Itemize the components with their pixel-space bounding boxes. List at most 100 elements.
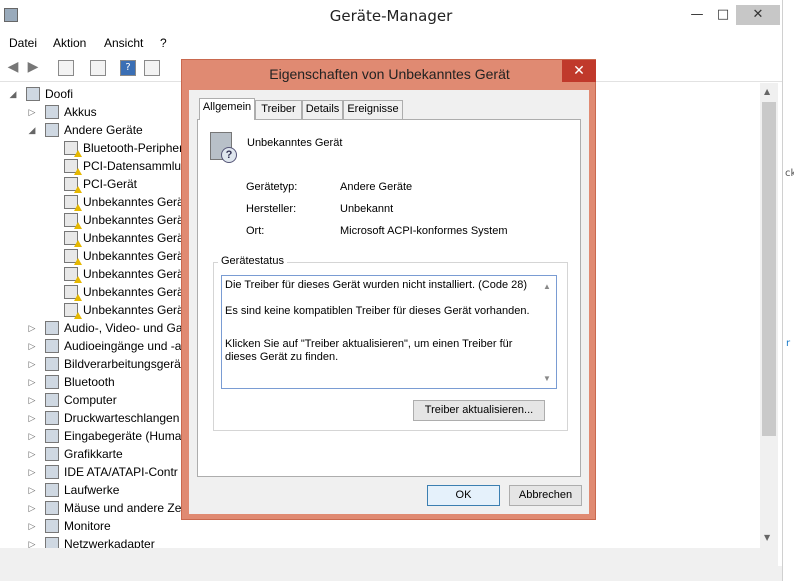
warning-icon: [74, 204, 82, 211]
tab-ereignisse[interactable]: Ereignisse: [343, 100, 403, 119]
tree-item[interactable]: Unbekanntes Gerät: [0, 265, 185, 283]
tree-item[interactable]: ▷ IDE ATA/ATAPI-Contr: [0, 463, 185, 481]
prop-label-manufacturer: Hersteller:: [246, 203, 297, 215]
expand-icon[interactable]: ▷: [27, 427, 37, 445]
collapse-icon[interactable]: ◢: [27, 121, 37, 139]
tree-item[interactable]: Unbekanntes Gerät: [0, 229, 185, 247]
expand-icon[interactable]: ▷: [27, 463, 37, 481]
back-icon[interactable]: ◀: [5, 60, 21, 76]
tree-item[interactable]: PCI-Gerät: [0, 175, 185, 193]
tree-item[interactable]: Unbekanntes Gerät: [0, 301, 185, 319]
input-device-icon: [45, 429, 59, 443]
tree-item-label: Unbekanntes Gerät: [83, 213, 185, 227]
tree-item[interactable]: Unbekanntes Gerät: [0, 211, 185, 229]
tree-item[interactable]: ▷ Audio-, Video- und Ga: [0, 319, 185, 337]
printer-icon: [45, 411, 59, 425]
console-icon[interactable]: [144, 60, 160, 76]
warning-device-icon: [64, 195, 82, 211]
expand-icon[interactable]: ▷: [27, 103, 37, 121]
menu-datei[interactable]: Datei: [9, 36, 37, 50]
list-icon[interactable]: [90, 60, 106, 76]
tree-item[interactable]: Unbekanntes Gerät: [0, 193, 185, 211]
tab-panel-allgemein: ? Unbekanntes Gerät Gerätetyp: Andere Ge…: [197, 119, 581, 477]
update-driver-button[interactable]: Treiber aktualisieren...: [413, 400, 545, 421]
tree-item-label: Bluetooth: [64, 375, 115, 389]
warning-icon: [74, 294, 82, 301]
tree-item[interactable]: Bluetooth-Peripher: [0, 139, 185, 157]
audio-icon: [45, 321, 59, 335]
dialog-close-button[interactable]: ✕: [562, 60, 596, 82]
tree-item[interactable]: Unbekanntes Gerät: [0, 247, 185, 265]
prop-label-location: Ort:: [246, 225, 265, 237]
maximize-button[interactable]: □: [710, 5, 736, 25]
tree-item-label: Bluetooth-Peripher: [83, 141, 184, 155]
status-line-1: Die Treiber für dieses Gerät wurden nich…: [225, 279, 528, 291]
warning-device-icon: [64, 141, 82, 157]
menu-aktion[interactable]: Aktion: [53, 36, 86, 50]
collapse-icon[interactable]: ◢: [8, 85, 18, 103]
device-status-textbox[interactable]: Die Treiber für dieses Gerät wurden nich…: [221, 275, 557, 389]
expand-icon[interactable]: ▷: [27, 355, 37, 373]
menu-ansicht[interactable]: Ansicht: [104, 36, 143, 50]
tree-item[interactable]: ▷ Monitore: [0, 517, 185, 535]
textbox-scrollbar[interactable]: ▲ ▼: [538, 276, 556, 388]
tree-item[interactable]: ▷ Grafikkarte: [0, 445, 185, 463]
expand-icon[interactable]: ▷: [27, 535, 37, 548]
tree-item[interactable]: PCI-Datensammlur: [0, 157, 185, 175]
minimize-button[interactable]: —: [684, 5, 710, 25]
tab-allgemein[interactable]: Allgemein: [199, 98, 255, 120]
properties-icon[interactable]: [58, 60, 74, 76]
prop-label-type: Gerätetyp:: [246, 181, 298, 193]
tree-item[interactable]: Unbekanntes Gerät: [0, 283, 185, 301]
tree-item[interactable]: ▷ Druckwarteschlangen: [0, 409, 185, 427]
forward-icon[interactable]: ▶: [25, 60, 41, 76]
tab-details[interactable]: Details: [302, 100, 343, 119]
textbox-scroll-down-icon[interactable]: ▼: [543, 372, 551, 385]
tree-item[interactable]: ▷ Mäuse und andere Zei: [0, 499, 185, 517]
tree-item[interactable]: ▷ Bildverarbeitungsgerät: [0, 355, 185, 373]
expand-icon[interactable]: ▷: [27, 337, 37, 355]
background-window-edge: ck r: [782, 0, 794, 581]
tree-item[interactable]: ▷ Eingabegeräte (Human: [0, 427, 185, 445]
expand-icon[interactable]: ▷: [27, 445, 37, 463]
warning-icon: [74, 222, 82, 229]
expand-icon[interactable]: ▷: [27, 373, 37, 391]
tree-item[interactable]: ▷ Akkus: [0, 103, 185, 121]
scroll-up-icon[interactable]: ▲: [764, 87, 770, 96]
edge-text-1: ck: [785, 168, 794, 179]
tree-item[interactable]: ▷ Bluetooth: [0, 373, 185, 391]
expand-icon[interactable]: ▷: [27, 499, 37, 517]
status-line-2: Es sind keine kompatiblen Treiber für di…: [225, 305, 530, 317]
edge-text-2: r: [786, 338, 791, 349]
expand-icon[interactable]: ▷: [27, 409, 37, 427]
tree-item-label: Unbekanntes Gerät: [83, 285, 185, 299]
tree-item-label: Unbekanntes Gerät: [83, 231, 185, 245]
tree-item[interactable]: ▷ Audioeingänge und -a: [0, 337, 185, 355]
expand-icon[interactable]: ▷: [27, 481, 37, 499]
expand-icon[interactable]: ▷: [27, 391, 37, 409]
expand-icon[interactable]: ▷: [27, 319, 37, 337]
tree-item[interactable]: ▷ Computer: [0, 391, 185, 409]
close-button[interactable]: ✕: [736, 5, 780, 25]
horizontal-scrollbar[interactable]: [0, 548, 778, 566]
scroll-down-icon[interactable]: ▼: [764, 533, 770, 542]
window-title: Geräte-Manager: [329, 7, 453, 25]
warning-device-icon: [64, 159, 82, 175]
menu-help[interactable]: ?: [160, 36, 167, 50]
drive-icon: [45, 483, 59, 497]
tree-item[interactable]: ▷ Netzwerkadapter: [0, 535, 185, 548]
prop-value-location: Microsoft ACPI-konformes System: [340, 225, 508, 237]
ok-button[interactable]: OK: [427, 485, 500, 506]
tree-item[interactable]: ◢ Andere Geräte: [0, 121, 185, 139]
tree-item-label: Audioeingänge und -a: [64, 339, 182, 353]
unknown-device-icon: ?: [210, 132, 237, 163]
textbox-scroll-up-icon[interactable]: ▲: [543, 280, 551, 293]
tree-item[interactable]: ▷ Laufwerke: [0, 481, 185, 499]
help-icon[interactable]: ?: [120, 60, 136, 76]
tree-root[interactable]: ◢ Doofi: [0, 85, 200, 103]
tab-treiber[interactable]: Treiber: [255, 100, 302, 119]
expand-icon[interactable]: ▷: [27, 517, 37, 535]
scrollbar-thumb[interactable]: [762, 102, 776, 436]
cancel-button[interactable]: Abbrechen: [509, 485, 582, 506]
tree-item-label: PCI-Datensammlur: [83, 159, 185, 173]
